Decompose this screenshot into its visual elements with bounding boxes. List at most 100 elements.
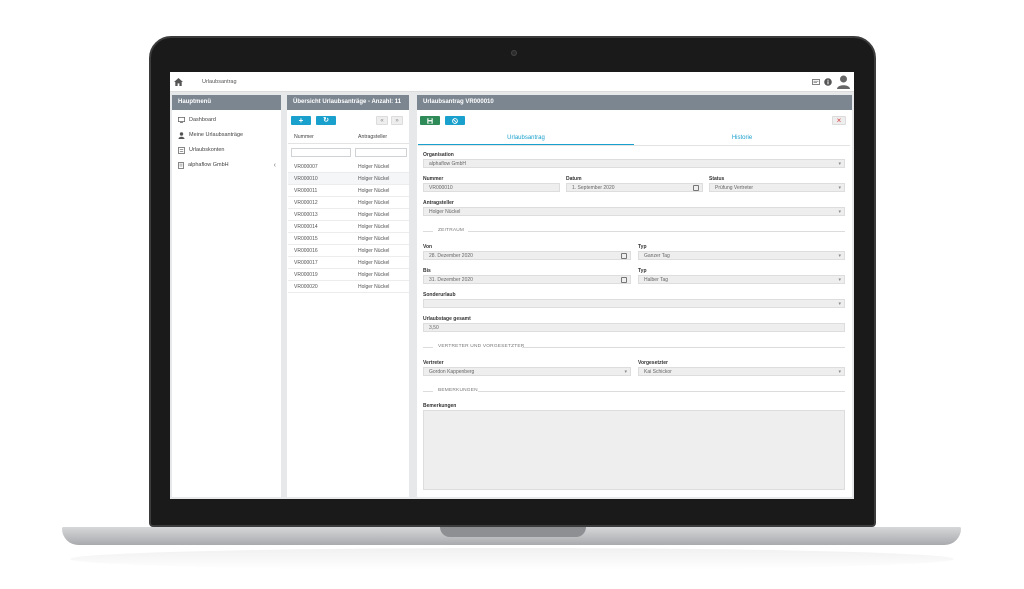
sidebar-item-label: Dashboard [189, 117, 216, 123]
label-typ-von: Typ [638, 244, 647, 250]
column-header-antragsteller[interactable]: Antragsteller [358, 134, 387, 140]
label-bemerkungen: Bemerkungen [423, 403, 457, 409]
table-row[interactable]: VR000019 Holger Nückel [288, 269, 409, 281]
datum-value: 1. September 2020 [572, 185, 615, 191]
label-bis: Bis [423, 268, 431, 274]
datum-field[interactable]: 1. September 2020 [566, 183, 703, 192]
sidebar-item-alphaflow[interactable]: alphaflow GmbH ‹ [178, 160, 276, 170]
antragsteller-select[interactable]: Holger Nückel ▾ [423, 207, 845, 216]
chevron-down-icon: ▾ [838, 161, 841, 167]
page-title: Urlaubsantrag [202, 79, 237, 85]
label-vertreter: Vertreter [423, 360, 444, 366]
status-select[interactable]: Prüfung Vertreter ▾ [709, 183, 845, 192]
row-antragsteller: Holger Nückel [358, 248, 390, 254]
sidebar-item-label: Meine Urlaubsanträge [189, 132, 244, 138]
label-organisation: Organisation [423, 152, 454, 158]
von-value: 28. Dezember 2020 [429, 253, 473, 259]
section-divider [468, 231, 845, 232]
section-divider [423, 347, 433, 348]
table-row[interactable]: VR000014 Holger Nückel [288, 221, 409, 233]
typ-von-select[interactable]: Ganzer Tag ▾ [638, 251, 845, 260]
chevron-down-icon: ▾ [838, 277, 841, 283]
row-antragsteller: Holger Nückel [358, 284, 390, 290]
section-divider [522, 347, 845, 348]
row-antragsteller: Holger Nückel [358, 236, 390, 242]
chevron-down-icon: ▾ [838, 209, 841, 215]
typ-bis-value: Halber Tag [644, 277, 669, 283]
chevron-down-icon: ▾ [838, 253, 841, 259]
table-row[interactable]: VR000012 Holger Nückel [288, 197, 409, 209]
chevron-down-icon: ▾ [838, 301, 841, 307]
row-nummer: VR000016 [294, 248, 318, 254]
calendar-icon[interactable] [693, 185, 699, 191]
close-button[interactable]: × [832, 116, 846, 125]
section-divider [423, 391, 433, 392]
user-icon[interactable] [837, 75, 850, 89]
tab-urlaubsantrag[interactable]: Urlaubsantrag [418, 131, 634, 145]
cancel-button[interactable] [445, 116, 465, 125]
sidebar-item-urlaubskonten[interactable]: Urlaubskonten [178, 145, 224, 155]
chevron-down-icon: ▾ [624, 369, 627, 375]
nummer-value: VR000010 [429, 185, 453, 191]
bis-date-field[interactable]: 31. Dezember 2020 [423, 275, 631, 284]
column-header-nummer[interactable]: Nummer [294, 134, 314, 140]
chevron-left-icon[interactable]: ‹ [274, 162, 276, 169]
save-button[interactable] [420, 116, 440, 125]
sonderurlaub-select[interactable]: ▾ [423, 299, 845, 308]
urlaubstage-field: 3,50 [423, 323, 845, 332]
table-row[interactable]: VR000020 Holger Nückel [288, 281, 409, 293]
row-nummer: VR000011 [294, 188, 318, 194]
label-datum: Datum [566, 176, 582, 182]
section-divider [423, 231, 433, 232]
tab-divider [418, 145, 850, 146]
table-row[interactable]: VR000013 Holger Nückel [288, 209, 409, 221]
table-row[interactable]: VR000015 Holger Nückel [288, 233, 409, 245]
table-row[interactable]: VR000011 Holger Nückel [288, 185, 409, 197]
next-page-button[interactable]: » [391, 116, 403, 125]
organisation-select[interactable]: alphaflow GmbH ▾ [423, 159, 845, 168]
prev-page-button[interactable]: « [376, 116, 388, 125]
row-antragsteller: Holger Nückel [358, 212, 390, 218]
filter-nummer-input[interactable] [291, 148, 351, 157]
ban-icon [452, 117, 458, 124]
calendar-icon[interactable] [621, 253, 627, 259]
calendar-icon[interactable] [621, 277, 627, 283]
section-zeitraum: ZEITRAUM [438, 228, 465, 233]
label-typ-bis: Typ [638, 268, 647, 274]
dashboard-icon [178, 117, 185, 123]
label-urlaubstage: Urlaubstage gesamt [423, 316, 471, 322]
row-nummer: VR000012 [294, 200, 318, 206]
typ-bis-select[interactable]: Halber Tag ▾ [638, 275, 845, 284]
antragsteller-value: Holger Nückel [429, 209, 461, 215]
table-row[interactable]: VR000017 Holger Nückel [288, 257, 409, 269]
add-button[interactable]: + [291, 116, 311, 125]
tab-historie[interactable]: Historie [634, 131, 850, 145]
row-antragsteller: Holger Nückel [358, 176, 390, 182]
row-antragsteller: Holger Nückel [358, 200, 390, 206]
section-vertreter: VERTRETER UND VORGESETZTER [438, 344, 525, 349]
table-row[interactable]: VR000016 Holger Nückel [288, 245, 409, 257]
sidebar-item-label: alphaflow GmbH [188, 162, 229, 168]
home-icon[interactable] [174, 78, 183, 86]
vorgesetzter-select[interactable]: Kai Schickor ▾ [638, 367, 845, 376]
filter-antragsteller-input[interactable] [355, 148, 407, 157]
table-row[interactable]: VR000007 Holger Nückel [288, 161, 409, 173]
bemerkungen-textarea[interactable] [423, 410, 845, 490]
person-icon [178, 131, 185, 139]
section-divider [478, 391, 845, 392]
label-status: Status [709, 176, 725, 182]
detail-header: Urlaubsantrag VR000010 [417, 95, 852, 110]
vertreter-select[interactable]: Gordon Kappenberg ▾ [423, 367, 631, 376]
sidebar-item-meine-urlaubsantraege[interactable]: Meine Urlaubsanträge [178, 130, 243, 140]
nummer-field[interactable]: VR000010 [423, 183, 560, 192]
refresh-button[interactable]: ↻ [316, 116, 336, 125]
message-icon[interactable] [812, 79, 820, 86]
row-nummer: VR000014 [294, 224, 318, 230]
row-nummer: VR000020 [294, 284, 318, 290]
row-nummer: VR000017 [294, 260, 318, 266]
sidebar-item-dashboard[interactable]: Dashboard [178, 115, 216, 125]
info-icon[interactable] [824, 78, 832, 86]
table-row[interactable]: VR000010 Holger Nückel [288, 173, 409, 185]
camera-icon [511, 50, 517, 56]
von-date-field[interactable]: 28. Dezember 2020 [423, 251, 631, 260]
